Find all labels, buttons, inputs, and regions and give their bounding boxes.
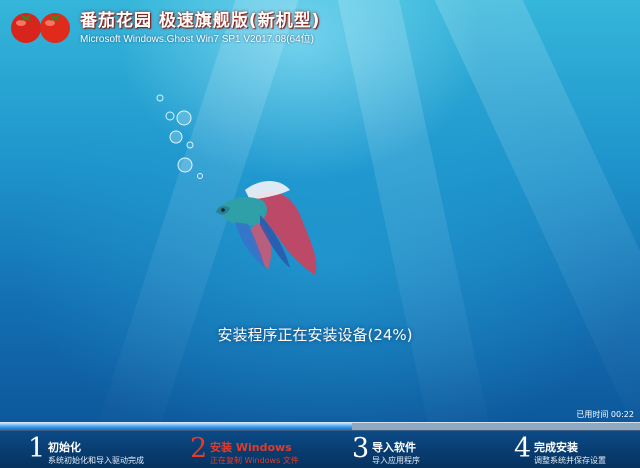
step-number: 3 [352, 433, 370, 464]
step-title: 安装 Windows [210, 441, 292, 454]
step-number: 1 [28, 433, 46, 464]
step-description: 导入应用程序 [372, 456, 420, 465]
step-description: 调整系统并保存设置 [534, 456, 606, 465]
overall-progress-bar [0, 422, 640, 431]
install-screen: 番茄花园 极速旗舰版(新机型) Microsoft Windows.Ghost … [0, 0, 640, 468]
tomato-logo-icon [11, 13, 70, 43]
brand-subtitle: Microsoft Windows.Ghost Win7 SP1 V2017.0… [80, 34, 314, 45]
elapsed-time: 已用时间 00:22 [576, 410, 634, 419]
step-description: 系统初始化和导入驱动完成 [48, 456, 144, 465]
step-number: 2 [190, 433, 208, 464]
step-title: 导入软件 [372, 441, 416, 454]
step-title: 完成安装 [534, 441, 578, 454]
brand-title: 番茄花园 极速旗舰版(新机型) [80, 11, 321, 31]
setup-steps-bar: 1 初始化 系统初始化和导入驱动完成 2 安装 Windows 正在复制 Win… [0, 431, 640, 468]
step-description: 正在复制 Windows 文件 [210, 456, 299, 465]
overall-progress-fill [0, 423, 352, 430]
fish-illustration [156, 94, 317, 275]
step-number: 4 [514, 433, 532, 464]
install-status-text: 安装程序正在安装设备(24%) [217, 326, 413, 344]
step-title: 初始化 [48, 441, 81, 454]
